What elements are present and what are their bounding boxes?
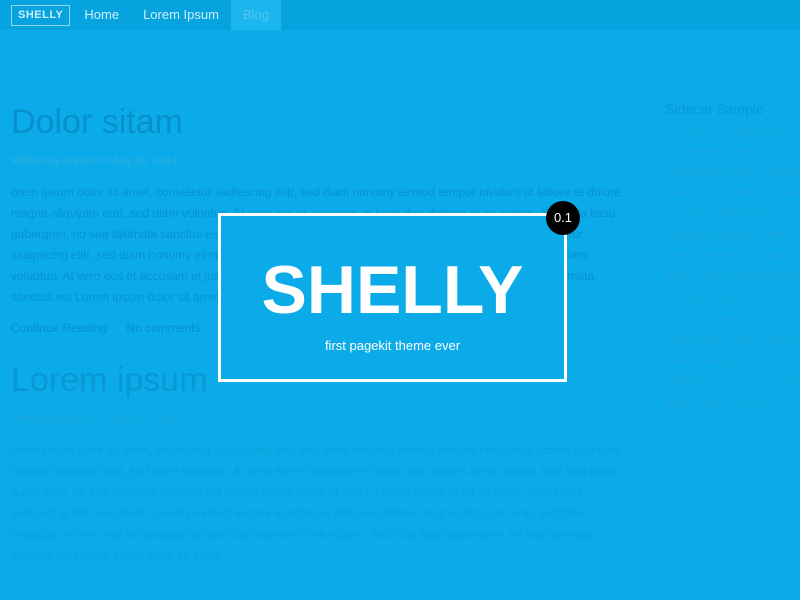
nav-item-blog[interactable]: Blog <box>230 0 281 30</box>
sidebar-text: Stet clita kasd gubergren, no sea takima… <box>665 124 800 409</box>
blog-post: Lorem ipsum Written by Admin on Aug 26, … <box>11 358 631 566</box>
nav-logo[interactable]: SHELLY <box>11 4 71 26</box>
sidebar: Sidecar Sample Stet clita kasd gubergren… <box>665 100 800 414</box>
nav-item-lorem-ipsum[interactable]: Lorem Ipsum <box>131 0 231 30</box>
top-navbar: SHELLY Home Lorem Ipsum Blog <box>0 0 800 30</box>
comments-link[interactable]: No comments <box>126 321 200 335</box>
splash-subtitle: first pagekit theme ever <box>324 338 461 353</box>
sidebar-title: Sidecar Sample <box>665 101 764 117</box>
nav-item-home[interactable]: Home <box>72 0 131 30</box>
continue-reading-link[interactable]: Continue Reading <box>11 321 107 335</box>
post-body: orem ipsum dolor sit amet, consetetur sa… <box>11 443 621 562</box>
theme-splash-box: SHELLY first pagekit theme ever <box>218 213 567 382</box>
post-title[interactable]: Dolor sitam <box>11 100 631 144</box>
post-meta: Written by Admin on Aug 26, 2014 <box>11 413 178 425</box>
page: SHELLY Home Lorem Ipsum Blog Dolor sitam… <box>0 0 800 600</box>
splash-title: SHELLY <box>261 252 524 328</box>
version-badge: 0.1 <box>546 201 580 235</box>
post-meta: Written by Admin on Aug 26, 2014 <box>11 155 178 167</box>
